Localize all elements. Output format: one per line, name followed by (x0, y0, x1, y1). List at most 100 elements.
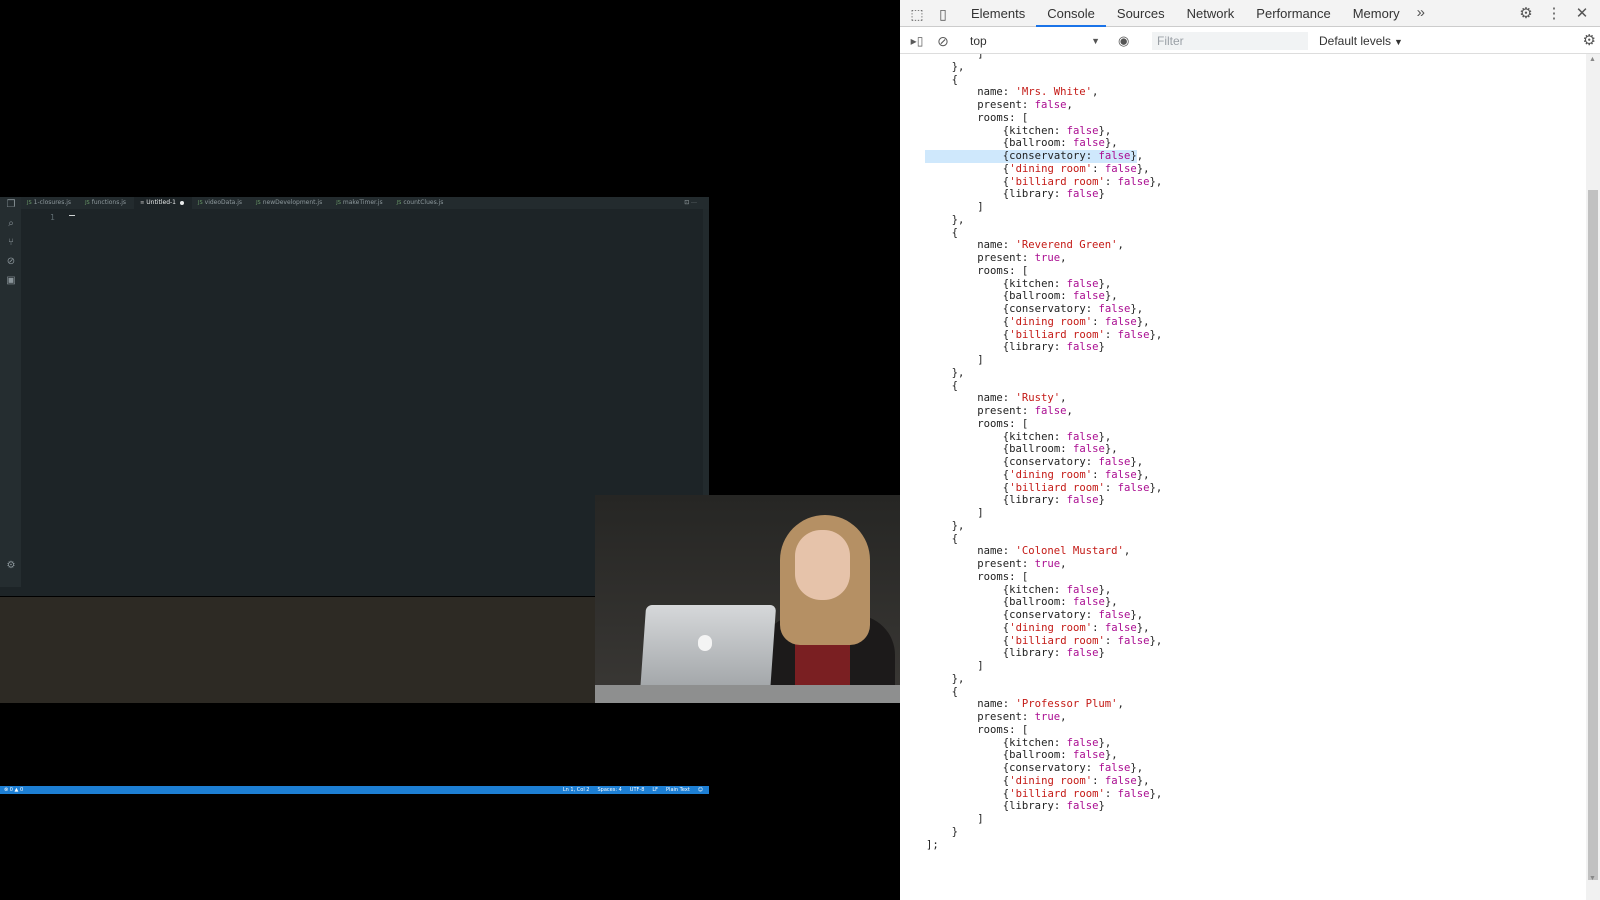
string-token: 'billiard room' (1009, 787, 1105, 800)
editor-tab[interactable]: JS newDevelopment.js (250, 197, 330, 209)
editor-tab[interactable]: JS videoData.js (192, 197, 250, 209)
extensions-icon[interactable]: ▣ (5, 275, 17, 287)
boolean-token: false (1117, 175, 1150, 188)
text-cursor (69, 215, 75, 216)
close-icon[interactable]: ✕ (1568, 0, 1596, 27)
source-control-icon[interactable]: ⑂ (5, 237, 17, 249)
editor-tab[interactable]: JS functions.js (79, 197, 134, 209)
code-token: , (1117, 239, 1124, 252)
boolean-token: false (1117, 328, 1150, 341)
boolean-token: false (1072, 137, 1105, 150)
console-line: } (900, 826, 958, 839)
context-select[interactable]: top ▼ (970, 32, 1102, 50)
console-output[interactable]: ]},{name: 'Mrs. White', present: false, ro… (900, 54, 1586, 900)
console-line: }, (900, 673, 965, 686)
kebab-menu-icon[interactable]: ⋮ (1540, 0, 1568, 27)
debug-icon[interactable]: ⊘ (5, 256, 17, 268)
console-line: }, (900, 213, 965, 227)
boolean-token: false (1066, 647, 1099, 660)
string-token: 'dining room' (1009, 315, 1093, 328)
code-token: rooms: [ (977, 570, 1029, 583)
status-language[interactable]: Plain Text (666, 786, 690, 794)
tab-sources[interactable]: Sources (1106, 0, 1176, 27)
editor-tab[interactable]: JS 1-closures.js (21, 197, 79, 209)
string-token: 'billiard room' (1009, 175, 1105, 188)
code-token: }, (1149, 634, 1163, 647)
editor-tab[interactable]: JS makeTimer.js (330, 197, 390, 209)
tab-memory[interactable]: Memory (1342, 0, 1411, 27)
console-line: rooms: [ (900, 112, 1028, 125)
gear-icon[interactable]: ⚙ (1512, 0, 1540, 27)
console-line: }, (900, 520, 965, 533)
log-levels-dropdown[interactable]: Default levels ▼ (1319, 32, 1403, 51)
more-tabs-icon[interactable]: » (1411, 0, 1431, 27)
console-settings-icon[interactable]: ⚙ (1583, 32, 1596, 50)
unsaved-dot-icon[interactable] (179, 200, 184, 205)
boolean-token: true (1034, 711, 1061, 723)
code-token: present: (977, 405, 1035, 417)
code-token: {ballroom: (1002, 749, 1073, 762)
editor-tab[interactable]: JS countClues.js (391, 197, 452, 209)
console-line: rooms: [ (900, 724, 1028, 737)
console-line: {kitchen: false}, (900, 125, 1111, 138)
boolean-token: false (1104, 621, 1137, 634)
feedback-icon[interactable]: ☺ (698, 786, 703, 794)
code-token: }, (1104, 749, 1118, 762)
editor-actions-icon[interactable]: ⊡ ··· (684, 197, 697, 209)
code-token: present: (977, 711, 1035, 723)
console-line: {ballroom: false}, (900, 137, 1118, 150)
console-line: }, (900, 366, 965, 380)
boolean-token: false (1066, 494, 1099, 507)
code-token: {kitchen: (1002, 124, 1067, 137)
scroll-thumb[interactable] (1588, 190, 1598, 880)
code-token: {library: (1002, 647, 1067, 660)
status-indentation[interactable]: Spaces: 4 (598, 786, 622, 794)
sidebar-toggle-icon[interactable]: ▸▯ (908, 32, 926, 50)
boolean-token: false (1066, 800, 1099, 813)
editor-tab[interactable]: ≡ Untitled-1 (134, 197, 192, 209)
tab-network[interactable]: Network (1176, 0, 1246, 27)
code-token: }, (1130, 456, 1144, 468)
tab-elements[interactable]: Elements (960, 0, 1036, 27)
scroll-up-icon[interactable]: ▲ (1589, 56, 1596, 63)
code-token: { (951, 379, 958, 392)
status-eol[interactable]: LF (652, 786, 658, 794)
tab-console[interactable]: Console (1036, 0, 1106, 27)
eye-icon[interactable]: ◉ (1118, 32, 1129, 50)
console-line: { (900, 227, 958, 240)
string-token: 'dining room' (1009, 162, 1093, 175)
string-token: 'Reverend Green' (1015, 239, 1118, 252)
console-line: rooms: [ (900, 571, 1028, 584)
boolean-token: false (1072, 596, 1105, 609)
code-token: {conservatory: (1002, 303, 1099, 315)
status-problems[interactable]: ⊗ 0 ▲ 0 (4, 786, 23, 794)
string-token: 'dining room' (1009, 621, 1093, 634)
code-token: present: (977, 558, 1035, 570)
editor-tab-label: functions.js (91, 199, 127, 206)
status-encoding[interactable]: UTF-8 (630, 786, 645, 794)
console-line: present: true, (900, 558, 1066, 571)
device-toolbar-icon[interactable]: ▯ (934, 5, 952, 23)
files-icon[interactable]: ❐ (5, 199, 17, 211)
editor-tab-label: 1-closures.js (33, 199, 72, 206)
console-scrollbar[interactable]: ▲ ▼ (1586, 54, 1600, 900)
clear-console-icon[interactable]: ⊘ (934, 32, 952, 50)
code-token: {conservatory: (1002, 609, 1099, 621)
boolean-token: false (1104, 162, 1137, 175)
filter-input[interactable] (1152, 32, 1308, 50)
settings-gear-icon[interactable]: ⚙ (5, 560, 17, 572)
status-cursor-position[interactable]: Ln 1, Col 2 (563, 786, 590, 794)
code-token: }, (951, 366, 965, 379)
console-line: ] (900, 813, 983, 826)
code-token: : (1092, 621, 1105, 634)
code-token: : (1104, 328, 1118, 341)
code-token: }, (951, 213, 965, 226)
search-icon[interactable]: ⌕ (5, 218, 17, 230)
console-line: present: false, (900, 99, 1073, 112)
scroll-down-icon[interactable]: ▼ (1589, 875, 1596, 882)
inspect-icon[interactable]: ⬚ (908, 5, 926, 23)
code-token: {conservatory: (1002, 456, 1099, 468)
tab-performance[interactable]: Performance (1245, 0, 1341, 27)
code-token: , (1060, 392, 1067, 405)
code-token: : (1104, 634, 1118, 647)
